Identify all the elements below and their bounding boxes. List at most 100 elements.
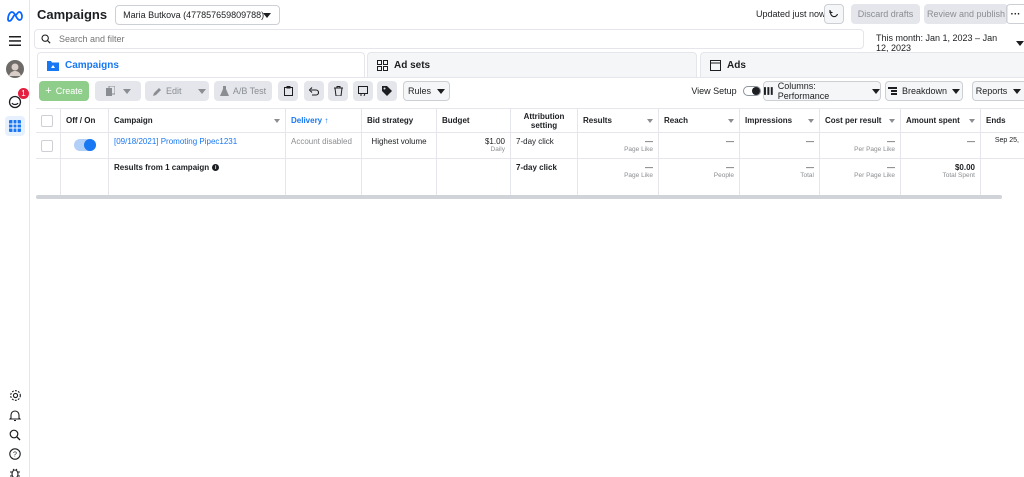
meta-logo-icon[interactable] [5,6,25,26]
view-setup-label: View Setup [691,86,737,96]
tab-ad-sets[interactable]: Ad sets [367,52,697,77]
header-amount-spent[interactable]: Amount spent [901,109,981,132]
header-impressions[interactable]: Impressions [740,109,820,132]
account-name: Maria Butkova (477857659809788) [123,9,265,20]
results-cell: — Page Like [578,133,659,158]
view-setup-toggle[interactable]: View Setup [691,81,761,101]
undo-button[interactable] [304,81,324,101]
budget-cell[interactable]: $1.00 Daily [437,133,511,158]
plus-icon: + [45,85,52,97]
row-checkbox[interactable] [41,140,53,152]
summary-cost-cell: — Per Page Like [820,159,901,195]
rules-button[interactable]: Rules [403,81,450,101]
chevron-down-icon [952,88,961,94]
reports-button[interactable]: Reports [972,81,1024,101]
summary-results-sub: Page Like [624,172,653,179]
info-icon[interactable]: i [212,164,220,171]
more-options-button[interactable]: ··· [1006,4,1024,24]
discard-drafts-button[interactable]: Discard drafts [851,4,920,24]
budget-sub: Daily [490,146,505,153]
clipboard-button[interactable] [278,81,298,101]
row-select-cell [36,133,61,158]
search-input[interactable] [59,34,759,44]
results-value: — [645,137,653,146]
notification-badge: 1 [18,88,29,99]
campaign-name-link[interactable]: [09/18/2021] Promoting Pipec1231 [109,133,286,158]
chevron-down-icon [647,119,653,123]
rules-label: Rules [407,86,431,96]
chevron-down-icon [808,119,814,123]
chevron-down-icon [274,119,280,123]
chevron-down-icon [969,119,975,123]
campaign-toggle[interactable] [74,139,96,151]
delete-button[interactable] [328,81,348,101]
tab-ads[interactable]: Ads [700,52,1024,77]
account-overview-icon[interactable]: 1 [5,88,29,112]
header-label: Reach [664,116,689,125]
bug-report-icon[interactable] [5,463,25,477]
chevron-down-icon [437,88,445,94]
top-bar: Campaigns Maria Butkova (477857659809788… [30,0,1024,29]
breakdown-label: Breakdown [901,86,948,96]
tag-button[interactable] [377,81,397,101]
settings-gear-icon[interactable] [5,385,25,405]
campaigns-grid-icon[interactable] [5,116,25,136]
create-label: Create [55,86,83,96]
review-publish-button[interactable]: Review and publish [924,4,1008,24]
chevron-down-icon [263,12,272,18]
create-button[interactable]: + Create [39,81,89,101]
chevron-down-icon [872,88,880,94]
summary-reach-value: — [726,163,734,172]
menu-icon[interactable] [5,31,25,51]
summary-amount-value: $0.00 [954,163,975,172]
refresh-button[interactable] [824,4,844,24]
header-label: Campaign [114,116,153,125]
grid-icon [377,59,388,71]
cost-cell: — Per Page Like [820,133,901,158]
duplicate-button[interactable] [95,81,141,101]
summary-blank [61,159,109,195]
ab-test-label: A/B Test [232,86,267,96]
help-icon[interactable]: ? [5,444,25,464]
breakdown-button[interactable]: Breakdown [885,81,963,101]
header-ends[interactable]: Ends [981,109,1024,132]
header-results[interactable]: Results [578,109,659,132]
header-budget[interactable]: Budget [437,109,511,132]
summary-label: Results from 1 campaign [114,163,210,172]
header-campaign[interactable]: Campaign [109,109,286,132]
page-title: Campaigns [37,7,108,22]
impressions-value: — [740,133,820,158]
preview-button[interactable] [353,81,373,101]
cost-sub: Per Page Like [854,146,895,153]
select-all-checkbox[interactable] [41,114,53,127]
columns-button[interactable]: Columns: Performance [763,81,881,101]
header-cost-per-result[interactable]: Cost per result [820,109,901,132]
header-bid-strategy[interactable]: Bid strategy [362,109,437,132]
search-filter-bar[interactable] [34,29,864,49]
account-selector[interactable]: Maria Butkova (477857659809788) [115,4,281,25]
tab-label: Ads [727,59,746,71]
horizontal-scrollbar[interactable] [36,195,1002,199]
view-setup-switch[interactable] [742,86,761,96]
summary-results-cell: — Page Like [578,159,659,195]
edit-button[interactable]: Edit [145,81,209,101]
header-off-on[interactable]: Off / On [61,109,109,132]
tab-campaigns[interactable]: Campaigns [37,52,365,77]
summary-blank [981,159,1024,195]
summary-label-cell: Results from 1 campaign i [109,159,286,195]
header-attribution[interactable]: Attribution setting [511,109,578,132]
header-delivery[interactable]: Delivery ↑ [286,109,362,132]
avatar[interactable] [5,59,25,79]
summary-amount-sub: Total Spent [942,172,975,179]
bell-icon[interactable] [5,405,25,425]
search-icon[interactable] [5,425,25,445]
ab-test-button[interactable]: A/B Test [214,81,272,101]
header-reach[interactable]: Reach [659,109,740,132]
flask-icon [219,86,229,96]
header-select-cell [36,109,61,132]
undo-icon [309,86,319,96]
ends-value: Sep 25, [994,137,1019,144]
table-row[interactable]: [09/18/2021] Promoting Pipec1231 Account… [36,133,1024,159]
date-range-picker[interactable]: This month: Jan 1, 2023 – Jan 12, 2023 [876,33,1024,53]
table-header-row: Off / On Campaign Delivery ↑ Bid strateg… [36,108,1024,133]
